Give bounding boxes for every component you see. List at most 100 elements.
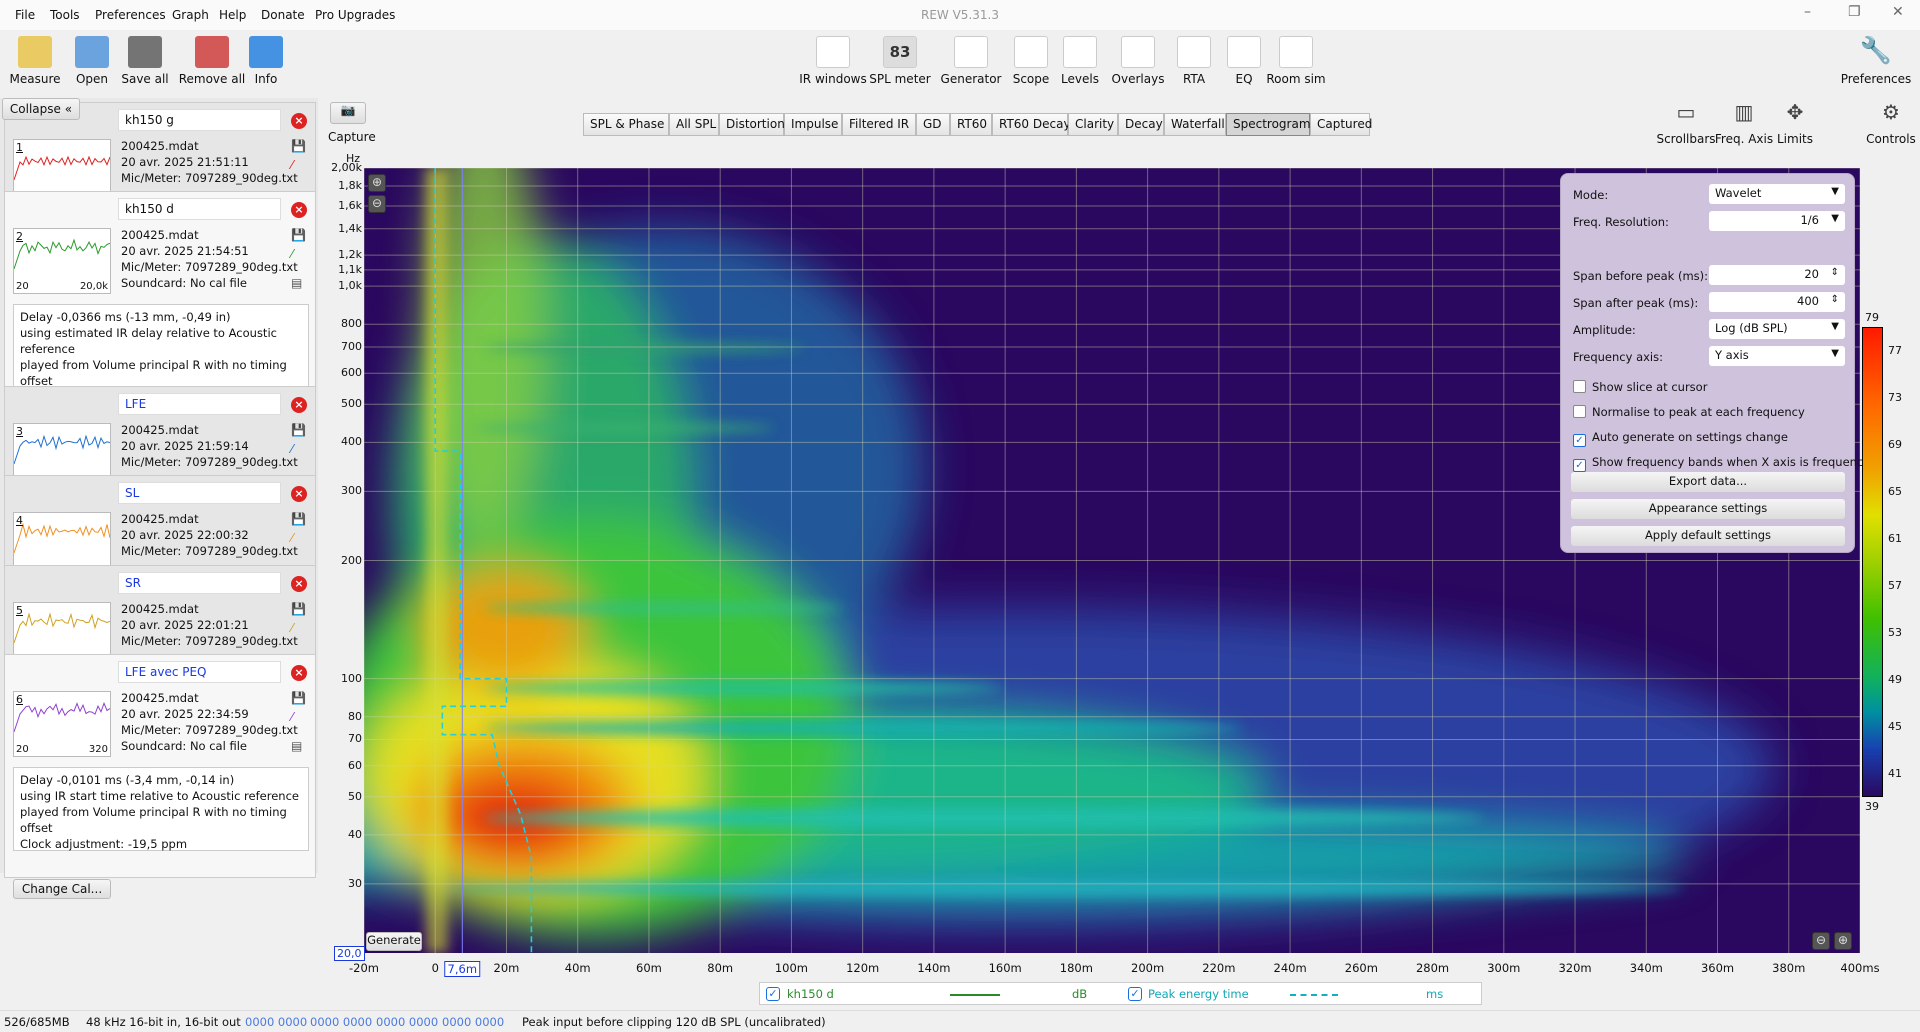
measurement-name-input[interactable]: kh150 g bbox=[118, 109, 281, 131]
spl-meter-button[interactable]: 83 SPL meter bbox=[860, 36, 940, 86]
line-colour-icon[interactable]: ⁄ bbox=[291, 442, 305, 456]
measurement-thumbnail[interactable]: 2 20 20,0k bbox=[13, 228, 111, 294]
checkbox-show-frequency-bands-when-x-axis-is-frequency[interactable]: ✓ Show frequency bands when X axis is fre… bbox=[1573, 455, 1870, 472]
line-colour-icon[interactable]: ⁄ bbox=[291, 247, 305, 261]
appearance-settings-button[interactable]: Appearance settings bbox=[1571, 499, 1845, 519]
remove-measurement-icon[interactable]: × bbox=[291, 113, 307, 129]
controls-button[interactable]: ⚙ Controls bbox=[1851, 100, 1920, 146]
export-data-button[interactable]: Export data... bbox=[1571, 472, 1845, 492]
tab-filtered-ir[interactable]: Filtered IR bbox=[842, 113, 916, 136]
checkbox-show-slice-at-cursor[interactable]: Show slice at cursor bbox=[1573, 380, 1707, 394]
tab-captured[interactable]: Captured bbox=[1310, 113, 1372, 136]
freq-resolution-select[interactable]: 1/6 ▼ bbox=[1709, 211, 1845, 231]
tab-spl-phase[interactable]: SPL & Phase bbox=[583, 113, 669, 136]
tab-impulse[interactable]: Impulse bbox=[784, 113, 842, 136]
measurement-card[interactable]: LFE avec PEQ × 6 20 320 200425.mdat 20 avr. 20… bbox=[4, 654, 316, 899]
spinner-icon[interactable]: ⇕ bbox=[1831, 294, 1839, 305]
save-measurement-icon[interactable]: 💾 bbox=[291, 423, 306, 437]
tab-spectrogram[interactable]: Spectrogram bbox=[1226, 113, 1311, 136]
measurement-card[interactable]: kh150 d × 2 20 20,0k 200425.mdat 20 avr. 2025 … bbox=[4, 191, 316, 436]
tab-distortion[interactable]: Distortion bbox=[719, 113, 785, 136]
measurement-name-input[interactable]: LFE bbox=[118, 393, 281, 415]
checkbox-unchecked-icon[interactable] bbox=[1573, 405, 1586, 418]
menu-graph[interactable]: Graph bbox=[172, 8, 209, 22]
checkbox-auto-generate-on-settings-change[interactable]: ✓ Auto generate on settings change bbox=[1573, 430, 1788, 447]
thumbnail-trace bbox=[14, 612, 110, 644]
spinner-icon[interactable]: ⇕ bbox=[1831, 267, 1839, 278]
generate-button[interactable]: Generate bbox=[366, 932, 422, 951]
zoom-in-x-button[interactable]: ⊕ bbox=[1834, 932, 1852, 950]
amplitude-select[interactable]: Log (dB SPL) ▼ bbox=[1709, 319, 1845, 339]
span-before-input[interactable]: 20 ⇕ bbox=[1709, 265, 1845, 285]
change-cal-button[interactable]: Change Cal... bbox=[13, 879, 111, 899]
save-measurement-icon[interactable]: 💾 bbox=[291, 139, 306, 153]
tab-decay[interactable]: Decay bbox=[1118, 113, 1164, 136]
remove-measurement-icon[interactable]: × bbox=[291, 202, 307, 218]
limits-button[interactable]: ✥ Limits bbox=[1755, 100, 1835, 146]
measurement-date: 20 avr. 2025 22:34:59 bbox=[121, 707, 249, 721]
checkbox-checked-icon[interactable]: ✓ bbox=[1573, 459, 1586, 472]
close-window-button[interactable]: ✕ bbox=[1892, 4, 1904, 20]
menu-donate[interactable]: Donate bbox=[261, 8, 305, 22]
measurement-card[interactable]: SL×42020,0k200425.mdat20 avr. 2025 22:00… bbox=[4, 475, 316, 578]
y-min-input[interactable]: 20,0 bbox=[334, 946, 365, 961]
save-measurement-icon[interactable]: 💾 bbox=[291, 228, 306, 242]
line-colour-icon[interactable]: ⁄ bbox=[291, 710, 305, 724]
line-colour-icon[interactable]: ⁄ bbox=[291, 158, 305, 172]
measurement-name-input[interactable]: SR bbox=[118, 572, 281, 594]
line-colour-icon[interactable]: ⁄ bbox=[291, 621, 305, 635]
document-icon[interactable]: ▤ bbox=[291, 739, 305, 753]
measurement-date: 20 avr. 2025 21:54:51 bbox=[121, 244, 249, 258]
collapse-button[interactable]: Collapse « bbox=[2, 98, 80, 120]
measurement-card[interactable]: LFE×320320200425.mdat20 avr. 2025 21:59:… bbox=[4, 386, 316, 489]
mode-select[interactable]: Wavelet ▼ bbox=[1709, 184, 1845, 204]
delay-info-line: Delay -0,0366 ms (-13 mm, -0,49 in) bbox=[20, 310, 231, 324]
menu-preferences[interactable]: Preferences bbox=[95, 8, 166, 22]
cursor-time-readout[interactable]: 7,6m bbox=[444, 961, 481, 977]
remove-measurement-icon[interactable]: × bbox=[291, 397, 307, 413]
menu-help[interactable]: Help bbox=[219, 8, 246, 22]
tab-rt60[interactable]: RT60 bbox=[950, 113, 992, 136]
save-measurement-icon[interactable]: 💾 bbox=[291, 512, 306, 526]
frequency-axis-select[interactable]: Y axis ▼ bbox=[1709, 346, 1845, 366]
tab-clarity[interactable]: Clarity bbox=[1068, 113, 1118, 136]
menu-pro-upgrades[interactable]: Pro Upgrades bbox=[315, 8, 395, 22]
remove-measurement-icon[interactable]: × bbox=[291, 486, 307, 502]
line-colour-icon[interactable]: ⁄ bbox=[291, 531, 305, 545]
minimize-button[interactable]: – bbox=[1804, 4, 1811, 20]
tab-waterfall[interactable]: Waterfall bbox=[1164, 113, 1226, 136]
measurement-name-input[interactable]: SL bbox=[118, 482, 281, 504]
remove-measurement-icon[interactable]: × bbox=[291, 665, 307, 681]
save-measurement-icon[interactable]: 💾 bbox=[291, 691, 306, 705]
menu-tools[interactable]: Tools bbox=[50, 8, 80, 22]
legend-kh150d-checkbox[interactable]: ✓ bbox=[766, 987, 780, 1001]
measurement-thumbnail[interactable]: 6 20 320 bbox=[13, 691, 111, 757]
measurement-card[interactable]: SR×52020,0200425.mdat20 avr. 2025 22:01:… bbox=[4, 565, 316, 668]
zoom-out-button[interactable]: ⊖ bbox=[368, 195, 386, 213]
x-tick-label: 400ms bbox=[1840, 961, 1880, 975]
checkbox-normalise-to-peak-at-each-frequency[interactable]: Normalise to peak at each frequency bbox=[1573, 405, 1805, 419]
menu-file[interactable]: File bbox=[15, 8, 35, 22]
checkbox-unchecked-icon[interactable] bbox=[1573, 380, 1586, 393]
zoom-out-x-button[interactable]: ⊖ bbox=[1812, 932, 1830, 950]
maximize-button[interactable]: ❐ bbox=[1848, 4, 1861, 20]
measurement-name-input[interactable]: kh150 d bbox=[118, 198, 281, 220]
room-sim-button[interactable]: Room sim bbox=[1256, 36, 1336, 86]
checkbox-checked-icon[interactable]: ✓ bbox=[1573, 434, 1586, 447]
zoom-in-button[interactable]: ⊕ bbox=[368, 174, 386, 192]
save-measurement-icon[interactable]: 💾 bbox=[291, 602, 306, 616]
preferences-button[interactable]: 🔧 Preferences bbox=[1836, 36, 1916, 86]
apply-default-settings-button[interactable]: Apply default settings bbox=[1571, 526, 1845, 546]
capture-button[interactable]: 📷 bbox=[330, 102, 366, 124]
legend-peak-energy-checkbox[interactable]: ✓ bbox=[1128, 987, 1142, 1001]
remove-measurement-icon[interactable]: × bbox=[291, 576, 307, 592]
document-icon[interactable]: ▤ bbox=[291, 276, 305, 290]
tab-rt60-decay[interactable]: RT60 Decay bbox=[992, 113, 1071, 136]
tab-gd[interactable]: GD bbox=[916, 113, 950, 136]
info-button[interactable]: Info bbox=[226, 36, 306, 86]
measurement-mic-cal: Mic/Meter: 7097289_90deg.txt bbox=[121, 455, 298, 469]
span-after-input[interactable]: 400 ⇕ bbox=[1709, 292, 1845, 312]
tab-all-spl[interactable]: All SPL bbox=[669, 113, 719, 136]
measurement-name-input[interactable]: LFE avec PEQ bbox=[118, 661, 281, 683]
span-before-label: Span before peak (ms): bbox=[1573, 269, 1709, 283]
